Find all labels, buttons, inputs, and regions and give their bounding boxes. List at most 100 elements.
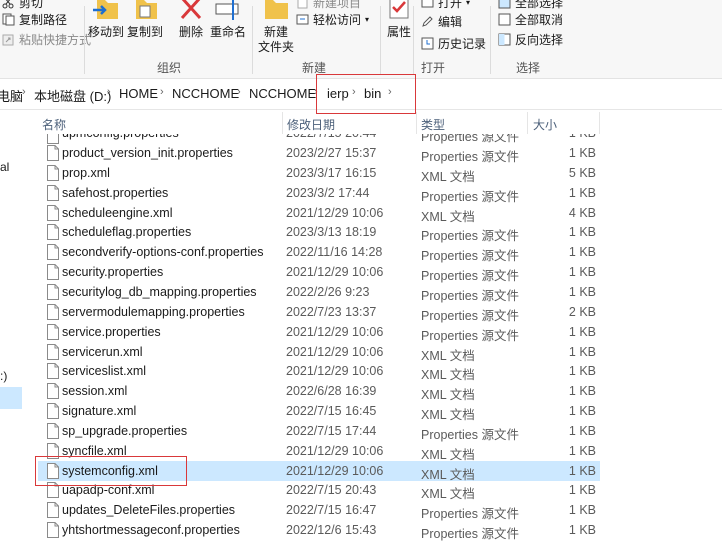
chevron-right-icon[interactable]: ›	[22, 86, 26, 98]
column-divider[interactable]	[416, 112, 417, 134]
file-size: 1 KB	[568, 265, 596, 280]
file-name: session.xml	[62, 384, 128, 399]
file-row[interactable]: signature.xml 2022/7/15 16:45 XML 文档 1 KB	[38, 401, 600, 422]
file-row[interactable]: safehost.properties 2023/3/2 17:44 Propert…	[38, 183, 600, 204]
column-header-name[interactable]: 名称	[42, 116, 66, 133]
column-header-date[interactable]: 修改日期	[287, 116, 335, 133]
file-name: servermodulemapping.properties	[62, 304, 245, 319]
file-name: signature.xml	[62, 404, 137, 419]
file-row[interactable]: servicerun.xml 2021/12/29 10:06 XML 文档 1 KB	[38, 342, 600, 363]
file-date: 2022/7/15 16:47	[286, 503, 377, 518]
file-row[interactable]: updates_DeleteFiles.properties 2022/7/15 …	[38, 500, 600, 521]
file-row[interactable]: scheduleengine.xml 2021/12/29 10:06 XML 文档…	[38, 203, 600, 224]
column-divider[interactable]	[527, 112, 528, 134]
paste-shortcut-label: 粘贴快捷方式	[19, 32, 92, 47]
file-row[interactable]: yhtshortmessageconf.properties 2022/12/6 …	[38, 520, 600, 542]
invert-selection-button[interactable]: 反向选择	[498, 30, 563, 48]
file-name: serviceslist.xml	[62, 364, 147, 379]
breadcrumb-item[interactable]: 本地磁盘 (D:)	[34, 86, 111, 105]
history-button[interactable]: 历史记录	[421, 34, 486, 52]
delete-label: 删除	[178, 25, 203, 39]
file-size: 1 KB	[568, 483, 596, 498]
file-icon	[47, 244, 59, 261]
nav-item-fragment[interactable]: al	[0, 160, 9, 174]
breadcrumb-item[interactable]: NCCHOME	[249, 86, 316, 101]
file-icon	[47, 522, 59, 539]
properties-button[interactable]: 属性	[384, 0, 414, 40]
file-size: 1 KB	[568, 503, 596, 518]
edit-button[interactable]: 编辑	[421, 12, 462, 30]
file-size: 5 KB	[568, 165, 596, 180]
file-row[interactable]: servermodulemapping.properties 2022/7/23 …	[38, 302, 600, 323]
file-name: secondverify-options-conf.properties	[62, 245, 264, 260]
paste-shortcut-button[interactable]: 粘贴快捷方式	[2, 30, 91, 48]
open-label: 打开	[438, 0, 463, 10]
easy-access-icon	[296, 14, 309, 24]
copy-to-label: 复制到	[127, 25, 164, 39]
file-row[interactable]: prop.xml 2023/3/17 16:15 XML 文档 5 KB	[38, 163, 600, 184]
file-row[interactable]: security.properties 2021/12/29 10:06 Prope…	[38, 262, 600, 283]
file-icon	[47, 323, 59, 340]
divider	[413, 6, 414, 74]
file-name: scheduleengine.xml	[62, 205, 173, 220]
file-name: scheduleflag.properties	[62, 225, 192, 240]
column-header-size[interactable]: 大小	[533, 116, 557, 133]
file-row[interactable]: securitylog_db_mapping.properties 2022/2/…	[38, 282, 600, 303]
rename-button[interactable]: 重命名	[210, 0, 246, 40]
file-name: yhtshortmessageconf.properties	[62, 523, 240, 538]
select-none-button[interactable]: 全部取消	[498, 10, 563, 28]
file-date: 2023/3/2 17:44	[286, 185, 370, 200]
copy-path-button[interactable]: 复制路径	[2, 10, 67, 28]
new-folder-icon	[265, 0, 288, 19]
file-name: prop.xml	[62, 165, 110, 180]
file-date: 2023/3/17 16:15	[286, 165, 377, 180]
open-button[interactable]: 打开 ▾	[421, 0, 470, 11]
file-date: 2022/7/15 20:43	[286, 483, 377, 498]
move-to-button[interactable]: 移动到	[88, 0, 124, 40]
file-icon	[47, 224, 59, 241]
copy-to-button[interactable]: 复制到	[127, 0, 163, 40]
file-date: 2021/12/29 10:06	[286, 205, 384, 220]
file-name: updates_DeleteFiles.properties	[62, 503, 236, 518]
chevron-down-icon: ▾	[365, 14, 370, 24]
file-size: 1 KB	[568, 284, 596, 299]
file-icon	[47, 403, 59, 420]
column-divider[interactable]	[282, 112, 283, 134]
column-header-type[interactable]: 类型	[421, 116, 445, 133]
file-row[interactable]: product_version_init.properties 2023/2/27…	[38, 143, 600, 164]
breadcrumb-item[interactable]: HOME	[119, 86, 158, 101]
invert-selection-icon	[498, 33, 511, 45]
nav-item-fragment[interactable]: :)	[0, 369, 7, 383]
select-all-icon	[498, 0, 511, 8]
file-icon	[47, 363, 59, 380]
file-size: 1 KB	[568, 245, 596, 260]
history-icon	[421, 37, 434, 49]
file-row[interactable]: sp_upgrade.properties 2022/7/15 17:44 Prop…	[38, 421, 600, 442]
file-row[interactable]: secondverify-options-conf.properties 2022…	[38, 242, 600, 263]
chevron-down-icon: ▾	[466, 0, 471, 7]
file-size: 1 KB	[568, 344, 596, 359]
new-item-label: 新建项目	[313, 0, 362, 10]
file-date: 2022/11/16 14:28	[286, 245, 383, 260]
rename-label: 重命名	[210, 25, 247, 39]
chevron-right-icon[interactable]: ›	[107, 86, 111, 98]
chevron-right-icon[interactable]: ›	[237, 86, 241, 98]
breadcrumb-item[interactable]: NCCHOME	[172, 86, 239, 101]
file-date: 2021/12/29 10:06	[286, 344, 384, 359]
file-row[interactable]: serviceslist.xml 2021/12/29 10:06 XML 文档 1 …	[38, 361, 600, 382]
file-type: Properties 源文件	[421, 527, 519, 542]
column-divider[interactable]	[599, 112, 600, 134]
navigation-pane[interactable]	[0, 110, 24, 547]
file-name: sp_upgrade.properties	[62, 423, 188, 438]
file-row[interactable]: session.xml 2022/6/28 16:39 XML 文档 1 KB	[38, 381, 600, 402]
delete-button[interactable]: 删除	[176, 0, 206, 40]
file-row[interactable]: scheduleflag.properties 2023/3/13 18:19 Pr…	[38, 222, 600, 243]
breadcrumb-item[interactable]: 电脑	[0, 86, 23, 105]
easy-access-button[interactable]: 轻松访问 ▾	[296, 10, 369, 28]
nav-item-selected[interactable]	[0, 387, 22, 409]
chevron-right-icon[interactable]: ›	[160, 86, 164, 98]
properties-label: 属性	[386, 25, 411, 39]
group-label-open: 打开	[421, 61, 446, 75]
new-folder-button[interactable]: 新建 文件夹	[258, 0, 294, 55]
file-row[interactable]: service.properties 2021/12/29 10:06 Proper…	[38, 322, 600, 343]
